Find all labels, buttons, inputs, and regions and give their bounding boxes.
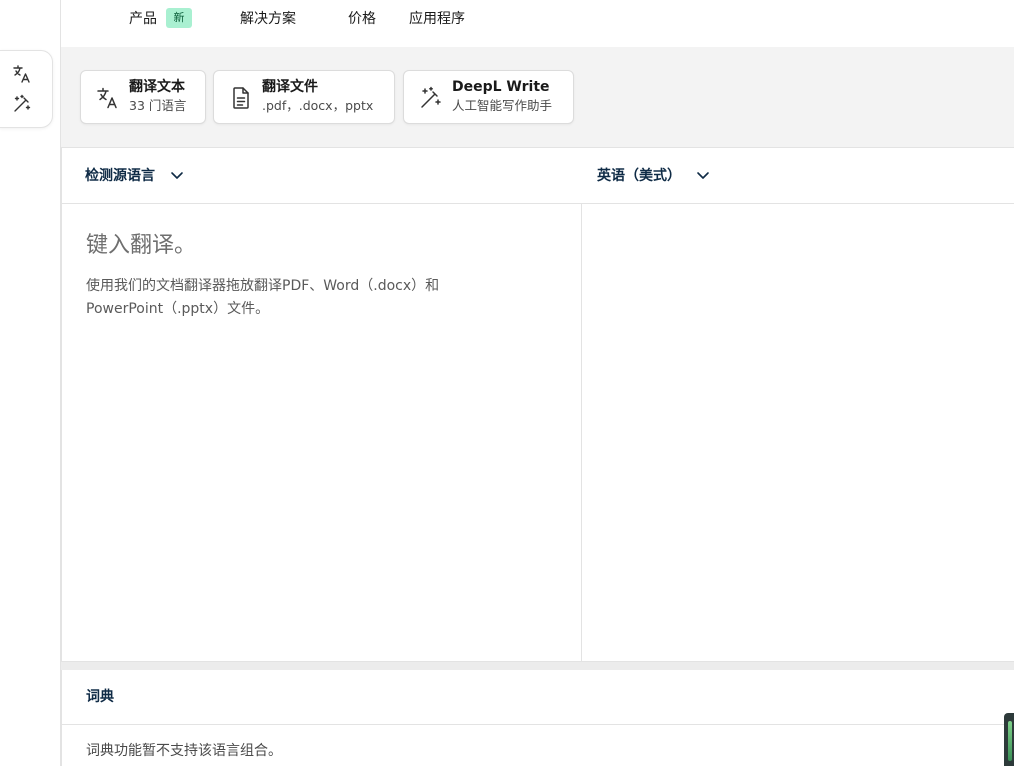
mode-subtitle: 33 门语言 xyxy=(129,98,187,113)
new-badge: 新 xyxy=(166,8,192,28)
mode-subtitle: 人工智能写作助手 xyxy=(452,98,553,113)
panel-divider xyxy=(581,204,582,661)
dictionary-message: 词典功能暂不支持该语言组合。 xyxy=(86,743,282,759)
nav-solutions[interactable]: 解决方案 xyxy=(240,9,296,29)
source-text-input[interactable]: 键入翻译。 xyxy=(86,232,196,260)
translate-text-card[interactable]: 翻译文本 33 门语言 xyxy=(80,70,206,124)
document-icon xyxy=(228,85,254,111)
left-rail xyxy=(0,0,61,766)
deepl-write-card[interactable]: DeepL Write 人工智能写作助手 xyxy=(403,70,574,124)
translate-icon[interactable] xyxy=(11,63,33,85)
mode-title: 翻译文本 xyxy=(129,79,185,95)
panel-shadow xyxy=(61,662,1014,670)
magic-wand-icon xyxy=(418,85,444,111)
nav-products[interactable]: 产品 xyxy=(129,9,157,29)
language-bar: 检测源语言 英语（美式） xyxy=(62,148,1014,204)
translate-file-card[interactable]: 翻译文件 .pdf，.docx，pptx xyxy=(213,70,395,124)
translator-panel: 检测源语言 英语（美式） 键入翻译。 使用我们的文档翻译器拖放翻译PDF、Wor… xyxy=(61,147,1014,662)
mode-subtitle: .pdf，.docx，pptx xyxy=(262,98,374,113)
magic-wand-icon[interactable] xyxy=(11,93,33,115)
dictionary-divider xyxy=(62,724,1014,725)
nav-apps[interactable]: 应用程序 xyxy=(409,9,465,29)
scroll-indicator[interactable] xyxy=(1004,713,1014,766)
target-language-select[interactable]: 英语（美式） xyxy=(597,166,681,186)
mode-switcher xyxy=(0,50,53,128)
dictionary-section: 词典 词典功能暂不支持该语言组合。 xyxy=(61,670,1014,766)
nav-pricing[interactable]: 价格 xyxy=(348,9,376,29)
dictionary-title: 词典 xyxy=(86,689,114,705)
source-language-select[interactable]: 检测源语言 xyxy=(85,166,155,186)
chevron-down-icon[interactable] xyxy=(695,169,711,183)
translate-icon xyxy=(95,85,121,111)
mode-title: 翻译文件 xyxy=(262,79,318,95)
chevron-down-icon[interactable] xyxy=(169,169,185,183)
mode-title: DeepL Write xyxy=(452,79,550,95)
mode-band: 翻译文本 33 门语言 翻译文件 .pdf，.docx，pptx DeepL W… xyxy=(61,47,1014,147)
top-nav: 产品 新 解决方案 价格 应用程序 xyxy=(61,0,1014,47)
document-hint: 使用我们的文档翻译器拖放翻译PDF、Word（.docx）和PowerPoint… xyxy=(86,278,440,317)
scroll-thumb[interactable] xyxy=(1008,721,1012,761)
